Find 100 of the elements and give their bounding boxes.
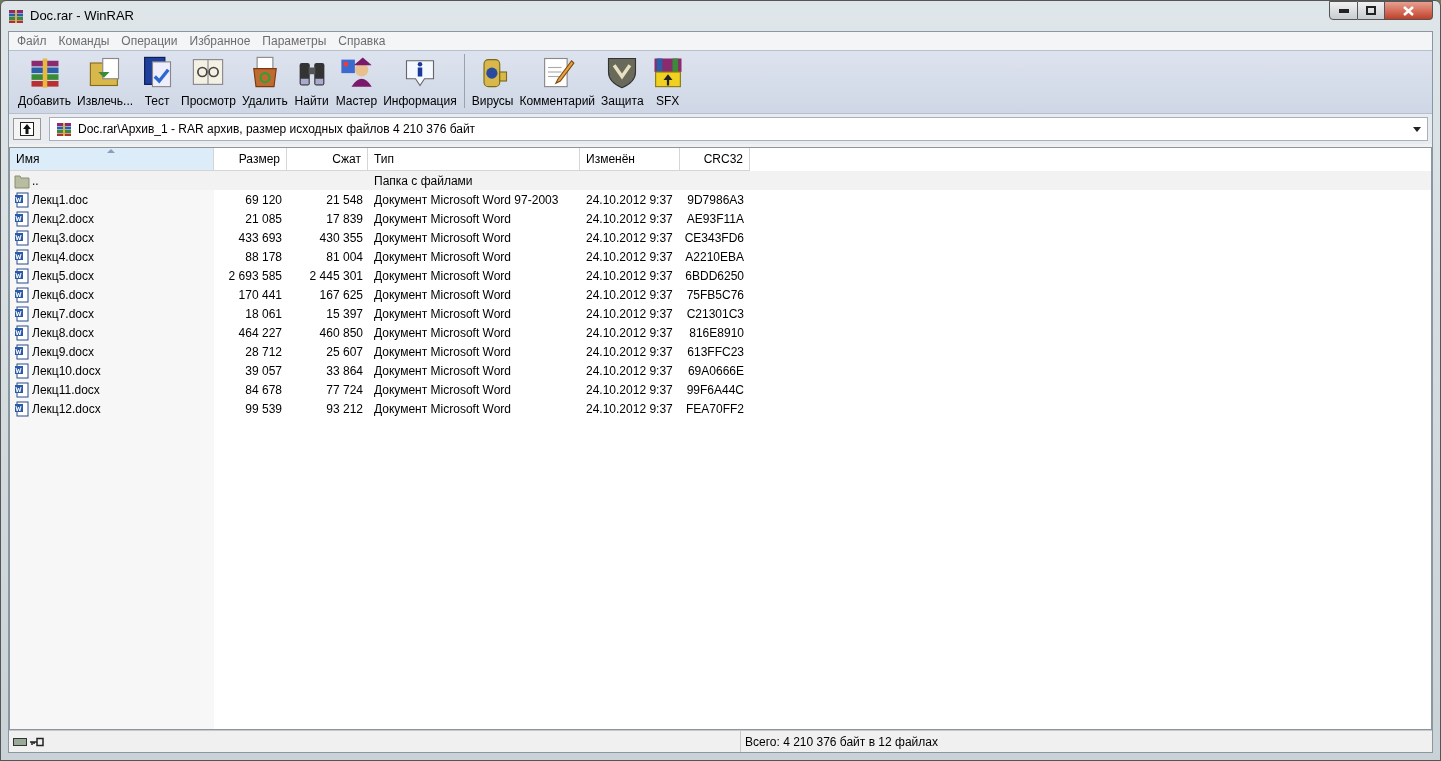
word-document-icon — [14, 248, 30, 265]
table-cell-text: 17 839 — [326, 210, 363, 228]
table-cell-text: Документ Microsoft Word — [374, 305, 512, 323]
toolbar-button[interactable]: SFX — [646, 54, 689, 110]
column-header[interactable]: Размер — [214, 148, 287, 171]
table-cell-text: 24.10.2012 9:37 — [586, 248, 673, 266]
word-document-icon — [14, 286, 30, 303]
word-document-icon — [14, 305, 30, 322]
toolbar-button[interactable]: Защита — [598, 54, 647, 110]
up-folder-button[interactable] — [13, 118, 41, 140]
menu-item[interactable]: Операции — [115, 32, 184, 50]
word-document-icon — [14, 400, 30, 417]
table-cell-text: 33 864 — [326, 362, 363, 380]
column-header[interactable]: Сжат — [287, 148, 368, 171]
table-cell-text: CE343FD6 — [684, 229, 744, 247]
table-cell-text: 24.10.2012 9:37 — [586, 343, 673, 361]
table-cell-text: 24.10.2012 9:37 — [586, 210, 673, 228]
table-cell-text: 24.10.2012 9:37 — [586, 362, 673, 380]
table-cell-text: 460 850 — [319, 324, 363, 342]
table-cell-text: 69 120 — [245, 191, 282, 209]
table-cell-text: 167 625 — [319, 286, 363, 304]
table-cell-text: Документ Microsoft Word — [374, 248, 512, 266]
column-header[interactable]: Имя — [10, 148, 214, 171]
table-cell-text: 88 178 — [245, 248, 282, 266]
table-cell-text: Документ Microsoft Word — [374, 267, 512, 285]
word-document-icon — [14, 343, 30, 360]
table-cell-text: AE93F11A — [686, 210, 744, 228]
table-cell-text: 170 441 — [238, 286, 282, 304]
app-icon — [8, 8, 24, 24]
table-cell-text: 9D7986A3 — [687, 191, 744, 209]
table-cell-text: 2 445 301 — [309, 267, 363, 285]
toolbar-button[interactable]: Добавить — [15, 54, 75, 110]
table-cell-text: Документ Microsoft Word — [374, 400, 512, 418]
file-name[interactable]: Лекц4.docx — [10, 247, 214, 266]
toolbar-button[interactable]: Найти — [290, 54, 333, 110]
file-name[interactable]: Лекц9.docx — [10, 342, 214, 361]
table-cell-text: 24.10.2012 9:37 — [586, 381, 673, 399]
table-cell-text: A2210EBA — [685, 248, 744, 266]
file-name[interactable]: Лекц12.docx — [10, 399, 214, 418]
folder-icon — [14, 172, 30, 189]
file-name[interactable]: Лекц1.doc — [10, 190, 214, 209]
column-header[interactable]: Тип — [368, 148, 580, 171]
sort-arrow-icon — [107, 149, 115, 153]
file-name[interactable]: Лекц10.docx — [10, 361, 214, 380]
toolbar-button[interactable]: Информация — [380, 54, 460, 110]
table-cell-text: 28 712 — [245, 343, 282, 361]
maximize-button[interactable] — [1358, 1, 1385, 20]
table-cell-text: 21 548 — [326, 191, 363, 209]
table-cell-text: Документ Microsoft Word — [374, 324, 512, 342]
file-name[interactable]: Лекц7.docx — [10, 304, 214, 323]
file-name[interactable]: Лекц5.docx — [10, 266, 214, 285]
menu-item[interactable]: Файл — [11, 32, 53, 50]
file-name[interactable]: Лекц8.docx — [10, 323, 214, 342]
toolbar-button[interactable]: Комментарий — [516, 54, 599, 110]
table-cell-text: 613FFC23 — [687, 343, 744, 361]
file-name[interactable]: .. — [10, 171, 214, 190]
table-cell-text: Документ Microsoft Word 97-2003 — [374, 191, 559, 209]
table-cell-text: Папка с файлами — [374, 172, 473, 190]
menu-item[interactable]: Справка — [332, 32, 392, 50]
toolbar-button[interactable]: Тест — [136, 54, 179, 110]
close-icon — [1403, 5, 1414, 16]
minimize-button[interactable] — [1329, 1, 1358, 20]
column-header[interactable]: Изменён — [580, 148, 680, 171]
word-document-icon — [14, 210, 30, 227]
word-document-icon — [14, 267, 30, 284]
close-button[interactable] — [1385, 1, 1433, 20]
table-cell-text: 24.10.2012 9:37 — [586, 267, 673, 285]
table-cell-text: 75FB5C76 — [686, 286, 744, 304]
word-document-icon — [14, 362, 30, 379]
menu-item[interactable]: Избранное — [183, 32, 257, 50]
menu-item[interactable]: Команды — [52, 32, 116, 50]
table-cell-text: 24.10.2012 9:37 — [586, 305, 673, 323]
file-name[interactable]: Лекц11.docx — [10, 380, 214, 399]
table-cell-text: 2 693 585 — [228, 267, 282, 285]
toolbar-button[interactable]: Мастер — [332, 54, 381, 110]
toolbar-button[interactable]: Просмотр — [178, 54, 239, 110]
minimize-icon — [1338, 8, 1349, 13]
table-cell-text: 24.10.2012 9:37 — [586, 191, 673, 209]
drive-icon — [13, 736, 27, 747]
column-header[interactable]: CRC32 — [680, 148, 750, 171]
table-cell-text: Документ Microsoft Word — [374, 381, 512, 399]
table-cell-text: 69A0666E — [687, 362, 744, 380]
maximize-icon — [1366, 6, 1376, 15]
word-document-icon — [14, 229, 30, 246]
file-name[interactable]: Лекц3.docx — [10, 228, 214, 247]
table-cell-text: Документ Microsoft Word — [374, 210, 512, 228]
toolbar-button[interactable]: Вирусы — [468, 54, 517, 110]
table-cell-text: 21 085 — [245, 210, 282, 228]
table-cell-text: 24.10.2012 9:37 — [586, 286, 673, 304]
file-name[interactable]: Лекц6.docx — [10, 285, 214, 304]
table-cell-text: 24.10.2012 9:37 — [586, 324, 673, 342]
word-document-icon — [14, 191, 30, 208]
address-field[interactable]: Doc.rar\Архив_1 - RAR архив, размер исходных файлов 4 210 376 байт — [49, 117, 1428, 141]
table-cell-text: 81 004 — [326, 248, 363, 266]
menu-item[interactable]: Параметры — [256, 32, 333, 50]
word-document-icon — [14, 381, 30, 398]
file-name[interactable]: Лекц2.docx — [10, 209, 214, 228]
toolbar-button[interactable]: Удалить — [238, 54, 291, 110]
toolbar-button[interactable]: Извлечь... — [74, 54, 137, 110]
status-text: Всего: 4 210 376 байт в 12 файлах — [744, 733, 938, 751]
